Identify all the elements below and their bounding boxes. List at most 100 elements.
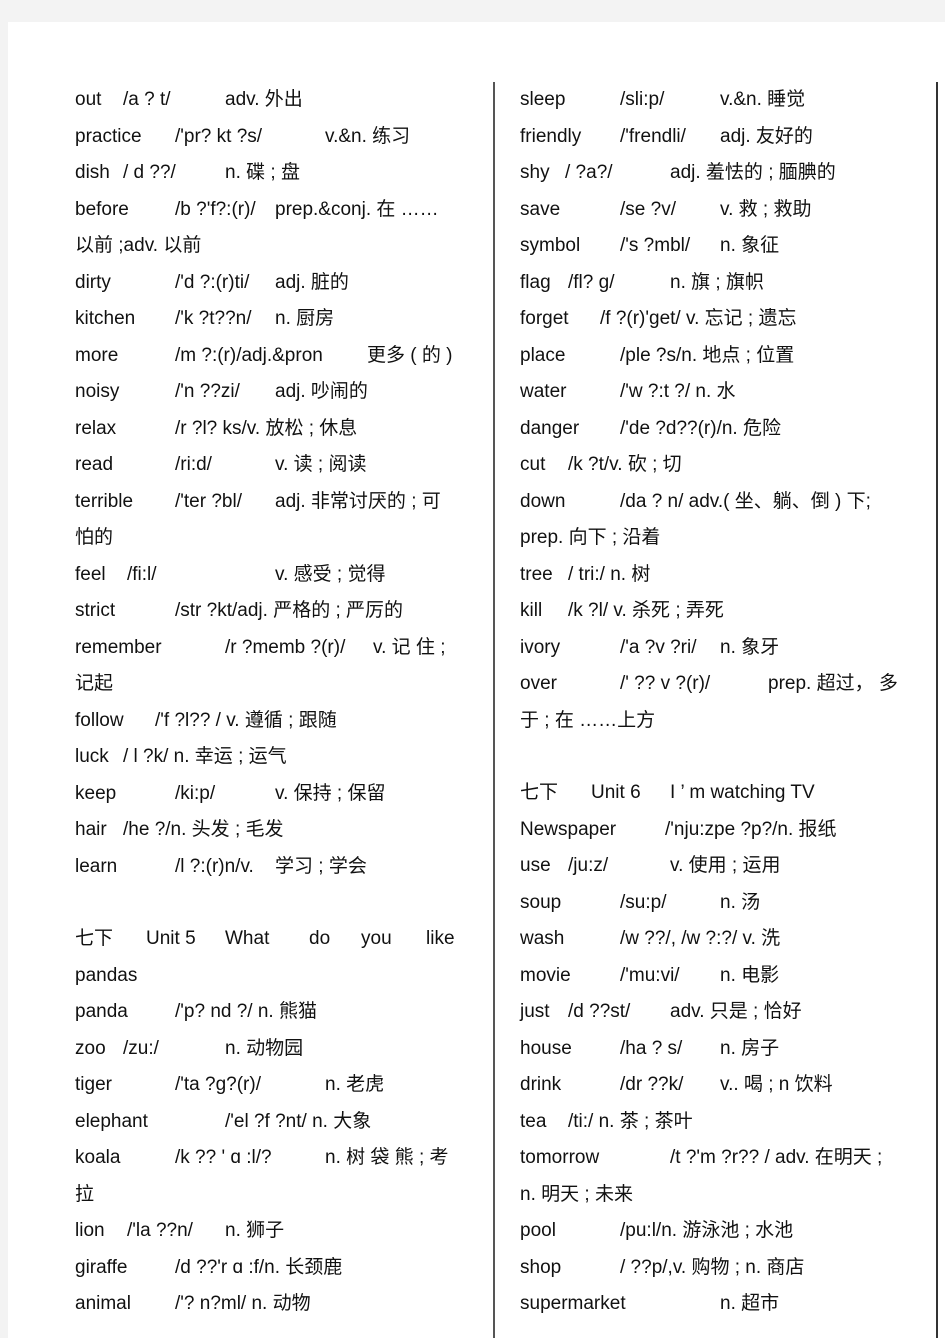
vocab-word: symbol: [520, 235, 581, 256]
column-divider: [493, 82, 495, 1338]
vocab-word: ivory: [520, 636, 561, 658]
vocab-word: strict: [75, 600, 116, 621]
vocab-definition: n. 老虎: [325, 1074, 385, 1095]
vocab-word: movie: [520, 964, 571, 986]
vocab-phonetic: /d ??st/: [568, 1001, 631, 1022]
vocab-definition: adv. 只是 ; 恰好: [670, 1001, 802, 1022]
vocab-phonetic: /'p? nd ?/ n. 熊猫: [175, 1001, 317, 1022]
vocab-entry: ivory /'a ?v ?ri/n. 象牙: [520, 630, 915, 667]
vocab-entry: relax/r ?l? ks/v. 放松 ; 休息: [75, 411, 475, 448]
vocab-entry: luck / l ?k/ n. 幸运 ; 运气: [75, 739, 475, 776]
vocab-definition-continued: 怕的: [75, 527, 114, 548]
vocab-entry: use/ju:z/v. 使用 ; 运用: [520, 848, 915, 885]
vocab-entry: remember/r ?memb ?(r)/ v. 记 住 ;: [75, 630, 475, 667]
vocab-word: dirty: [75, 271, 111, 293]
vocab-word: drink: [520, 1074, 562, 1095]
vocab-entry: wash/w ??/, /w ?:?/ v. 洗: [520, 921, 915, 958]
vocab-word: animal: [75, 1293, 131, 1314]
vocab-entry: follow /'f ?l?? / v. 遵循 ; 跟随: [75, 703, 475, 740]
vocab-phonetic: /'ter ?bl/: [175, 490, 242, 512]
vocab-phonetic: /k ?? ' ɑ :l/?: [175, 1147, 272, 1168]
vocab-phonetic: / ??p/,v. 购物 ; n. 商店: [620, 1256, 805, 1278]
vocab-entry: giraffe/d ??'r ɑ :f/n. 长颈鹿: [75, 1250, 475, 1287]
vocab-phonetic: /'w ?:t ?/ n. 水: [620, 381, 736, 402]
vocab-phonetic: / ?a?/: [565, 162, 613, 183]
vocab-definition: 更多 ( 的 ): [367, 344, 453, 366]
vocab-entry: tomorrow/t ?'m ?r?? / adv. 在明天 ;: [520, 1140, 915, 1177]
vocab-entry: down/da ? n/ adv.( 坐、躺、倒 ) 下;: [520, 484, 915, 521]
vocab-entry: tree / tri:/ n. 树: [520, 557, 915, 594]
unit-heading: 七下 Unit 6 I ’ m watching TV: [520, 775, 915, 812]
vocab-definition: n. 电影: [720, 964, 780, 986]
vocab-definition: v. 使用 ; 运用: [670, 855, 781, 876]
vocab-entry: drink/dr ??k/v.. 喝 ; n 饮料: [520, 1067, 915, 1104]
vocab-word: save: [520, 198, 561, 220]
vocab-word: remember: [75, 636, 162, 658]
vocab-phonetic: /ri:d/: [175, 454, 212, 475]
unit-heading-part: 七下: [520, 782, 559, 803]
vocab-definition: n. 超市: [720, 1293, 780, 1314]
vocab-phonetic: /zu:/: [123, 1037, 159, 1059]
vocab-definition: v.&n. 练习: [325, 125, 411, 147]
vocab-word: pool: [520, 1220, 556, 1241]
vocab-phonetic: /ki:p/: [175, 782, 216, 804]
unit-heading-part: Unit 6: [591, 782, 641, 803]
vocab-entry: hair/he ?/n. 头发 ; 毛发: [75, 812, 475, 849]
vocab-entry: water /'w ?:t ?/ n. 水: [520, 374, 915, 411]
vocab-entry: feel/fi:l/v. 感受 ; 觉得: [75, 557, 475, 594]
vocab-word: hair: [75, 819, 107, 840]
vocab-entry: lion /'la ??n/n. 狮子: [75, 1213, 475, 1250]
vocab-phonetic: /'mu:vi/: [620, 964, 680, 986]
vocab-phonetic: /d ??'r ɑ :f/n. 长颈鹿: [175, 1256, 343, 1278]
vocab-phonetic: /ple ?s/n. 地点 ; 位置: [620, 344, 795, 366]
vocab-word: dish: [75, 162, 110, 183]
vocab-phonetic: /'? n?ml/ n. 动物: [175, 1293, 311, 1314]
vocab-phonetic: /k ?t/v. 砍 ; 切: [568, 454, 682, 475]
vocab-entry: animal /'? n?ml/ n. 动物: [75, 1286, 475, 1323]
unit-heading-part: I ’ m watching TV: [670, 782, 815, 803]
vocab-entry: learn/l ?:(r)n/v. 学习 ; 学会: [75, 849, 475, 886]
vocab-definition: n. 碟 ; 盘: [225, 162, 300, 183]
vocab-phonetic: /sli:p/: [620, 89, 665, 110]
vocab-definition: prep.&conj. 在 ……: [275, 198, 439, 220]
vocab-entry: panda /'p? nd ?/ n. 熊猫: [75, 994, 475, 1031]
vocab-phonetic: /str ?kt/adj. 严格的 ; 严厉的: [175, 600, 404, 621]
vocab-phonetic: /l ?:(r)n/v.: [175, 855, 254, 877]
unit-heading-part: you: [361, 928, 392, 949]
vocab-entry: place/ple ?s/n. 地点 ; 位置: [520, 338, 915, 375]
vocab-phonetic: /'la ??n/: [127, 1220, 193, 1241]
vocab-word: out: [75, 89, 102, 110]
vocab-word: soup: [520, 891, 562, 913]
vocab-word: supermarket: [520, 1293, 626, 1314]
vocab-definition: n. 汤: [720, 891, 761, 913]
vocab-definition: n. 动物园: [225, 1037, 304, 1059]
vocab-word: house: [520, 1037, 572, 1059]
unit-heading-part: 七下: [75, 928, 114, 949]
vocab-entry: shy / ?a?/ adj. 羞怯的 ; 腼腆的: [520, 155, 915, 192]
vocab-phonetic: /'frendli/: [620, 125, 686, 147]
vocab-word: shop: [520, 1256, 562, 1278]
vocab-phonetic: /ju:z/: [568, 855, 609, 876]
vocab-phonetic: /'de ?d??(r)/n. 危险: [620, 417, 781, 439]
vocab-entry: dirty /'d ?:(r)ti/adj. 脏的: [75, 265, 475, 302]
unit-heading: 七下 Unit 5 What do you like: [75, 921, 475, 958]
vocab-definition: n. 象牙: [720, 636, 780, 658]
vocab-phonetic: /se ?v/: [620, 198, 676, 220]
vocab-word: zoo: [75, 1037, 106, 1059]
vocab-word: danger: [520, 417, 580, 439]
vocab-definition: n. 狮子: [225, 1220, 285, 1241]
vocab-entry: shop / ??p/,v. 购物 ; n. 商店: [520, 1250, 915, 1287]
vocab-word: relax: [75, 417, 117, 439]
vocab-phonetic: /da ? n/ adv.( 坐、躺、倒 ) 下;: [620, 490, 871, 512]
vocab-entry: friendly /'frendli/adj. 友好的: [520, 119, 915, 156]
vocab-word: Newspaper: [520, 818, 617, 840]
vocab-word: kill: [520, 600, 543, 621]
vocab-phonetic: /'nju:zpe ?p?/n. 报纸: [665, 818, 837, 840]
vocab-word: learn: [75, 855, 118, 877]
vocab-entry: sleep/sli:p/v.&n. 睡觉: [520, 82, 915, 119]
vocab-word: forget: [520, 308, 569, 329]
vocab-entry: supermarket n. 超市: [520, 1286, 915, 1323]
right-column: sleep/sli:p/v.&n. 睡觉 friendly /'frendli/ad…: [520, 82, 915, 1323]
vocab-definition: n. 旗 ; 旗帜: [670, 271, 764, 293]
vocab-phonetic: /r ?l? ks/v. 放松 ; 休息: [175, 417, 358, 439]
